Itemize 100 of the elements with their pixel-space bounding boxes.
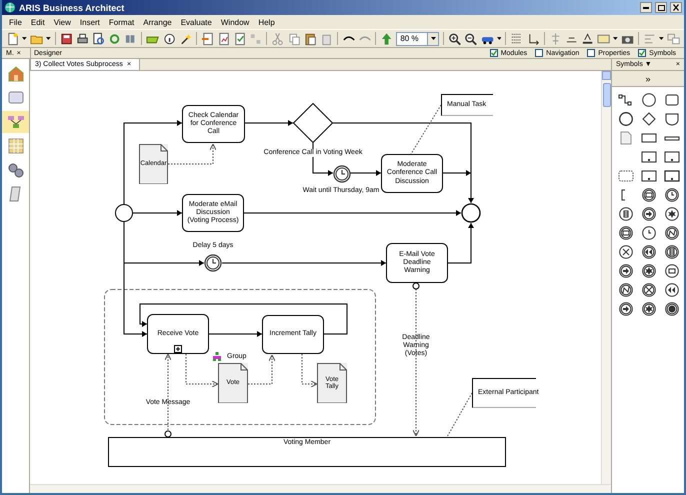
horizontal-scrollbar[interactable]	[30, 484, 611, 493]
caret-icon[interactable]	[22, 37, 27, 40]
menu-item[interactable]: Arrange	[143, 18, 172, 26]
printer-icon[interactable]	[76, 32, 89, 46]
close-button[interactable]	[670, 2, 682, 13]
globe-icon	[4, 2, 16, 13]
zoom-in-icon[interactable]	[448, 32, 462, 46]
event-cross-symbol-icon[interactable]	[617, 245, 635, 259]
house-icon	[6, 65, 24, 83]
subprocess-symbol-icon[interactable]	[663, 169, 681, 183]
maximize-icon	[658, 4, 664, 10]
checkbox[interactable]	[638, 49, 646, 57]
diamond-symbol-icon[interactable]	[640, 112, 658, 126]
gateway-diamond[interactable]	[293, 103, 333, 143]
subprocess-symbol-icon[interactable]	[640, 169, 658, 183]
menu-item[interactable]: Window	[220, 18, 250, 26]
circle-symbol-icon[interactable]	[640, 93, 658, 107]
checkbox[interactable]	[587, 49, 596, 57]
association-line	[446, 392, 472, 438]
shield-symbol-icon[interactable]	[663, 112, 681, 126]
event-envelope-symbol-icon[interactable]	[617, 226, 635, 240]
event-rewind-symbol-icon[interactable]	[663, 283, 681, 297]
event-list-symbol-icon[interactable]	[617, 207, 635, 221]
caret-icon[interactable]	[46, 37, 51, 40]
check-icon	[490, 50, 497, 56]
association-line	[410, 104, 442, 154]
checkbox[interactable]	[535, 49, 544, 57]
event-star-symbol-icon[interactable]	[640, 264, 658, 278]
event-dot-symbol-icon[interactable]	[663, 302, 681, 316]
document-chart-icon[interactable]	[216, 32, 230, 46]
sequence-flow-arrow	[132, 210, 182, 216]
maximize-button[interactable]	[655, 2, 667, 13]
vertical-scrollbar[interactable]	[601, 71, 611, 484]
port-icon	[412, 282, 420, 290]
association-arrow	[248, 354, 276, 384]
subprocess-symbol-icon[interactable]	[663, 150, 681, 164]
event-envelope-symbol-icon[interactable]	[640, 188, 658, 202]
caret-icon[interactable]	[496, 37, 502, 40]
rectangle-symbol-icon[interactable]	[663, 93, 681, 107]
connector-icon[interactable]	[526, 32, 540, 46]
copy-icon[interactable]	[288, 32, 301, 46]
event-star-symbol-icon[interactable]	[663, 207, 681, 221]
event-clock-symbol-icon[interactable]	[640, 226, 658, 240]
event-wave-symbol-icon[interactable]	[663, 226, 681, 240]
window-title: ARIS Business Architect	[19, 2, 126, 12]
page-preview-icon[interactable]	[92, 32, 106, 46]
menu-item[interactable]: Evaluate	[180, 18, 212, 26]
start-event-circle[interactable]	[115, 204, 133, 222]
menu-item[interactable]: Format	[108, 18, 134, 26]
rectangle-symbol-icon[interactable]	[640, 131, 658, 145]
group-frame[interactable]	[104, 289, 376, 425]
timer-event-icon[interactable]	[204, 254, 222, 272]
association-arrow	[186, 354, 218, 388]
checkbox[interactable]	[490, 49, 498, 57]
event-rewind-symbol-icon[interactable]	[640, 245, 658, 259]
wand-icon[interactable]	[178, 32, 192, 46]
event-wave-symbol-icon[interactable]	[617, 283, 635, 297]
event-arrow-symbol-icon[interactable]	[617, 264, 635, 278]
event-arrow-symbol-icon[interactable]	[640, 207, 658, 221]
caret-icon[interactable]	[613, 37, 618, 40]
expand-button[interactable]: »	[612, 71, 684, 87]
zoom-out-icon[interactable]	[464, 32, 478, 46]
plus-icon	[175, 346, 181, 352]
caret-icon[interactable]	[659, 37, 664, 40]
menu-item[interactable]: File	[9, 18, 22, 26]
check-icon	[639, 50, 646, 56]
info-icon[interactable]	[162, 32, 176, 46]
event-arrow-symbol-icon[interactable]	[617, 302, 635, 316]
menu-item[interactable]: Insert	[80, 18, 100, 26]
new-document-icon[interactable]	[6, 32, 20, 46]
sequence-flow-arrow	[448, 222, 474, 264]
minimize-button[interactable]	[640, 2, 652, 13]
text-format-icon[interactable]	[580, 32, 594, 46]
zoom-field[interactable]: 80 %	[396, 32, 440, 46]
event-list-symbol-icon[interactable]	[663, 245, 681, 259]
node-tree-icon	[6, 113, 24, 131]
minimize-icon	[643, 6, 649, 8]
port-icon	[164, 430, 172, 438]
event-clock-symbol-icon[interactable]	[663, 188, 681, 202]
menu-item[interactable]: Help	[258, 18, 275, 26]
paste-icon[interactable]	[304, 32, 317, 46]
caret-icon	[430, 37, 436, 40]
table-icon	[6, 137, 24, 155]
association-arrow	[302, 354, 318, 388]
event-cross-symbol-icon[interactable]	[640, 283, 658, 297]
document-check-icon[interactable]	[233, 32, 246, 46]
circle-symbol-icon[interactable]	[617, 112, 635, 126]
event-star-symbol-icon[interactable]	[640, 302, 658, 316]
association-arrow	[168, 144, 216, 164]
save-icon[interactable]	[60, 32, 73, 46]
group-icon	[213, 352, 221, 361]
end-event-circle[interactable]	[461, 203, 481, 223]
subprocess-symbol-icon[interactable]	[640, 150, 658, 164]
menu-item[interactable]: Edit	[30, 18, 45, 26]
sequence-flow-arrow	[244, 120, 294, 126]
timer-event-icon[interactable]	[333, 165, 351, 183]
close-icon	[673, 4, 679, 11]
menu-item[interactable]: View	[54, 18, 71, 26]
dashed-rectangle-symbol-icon[interactable]	[617, 169, 635, 183]
event-envelope-symbol-icon[interactable]	[663, 264, 681, 278]
